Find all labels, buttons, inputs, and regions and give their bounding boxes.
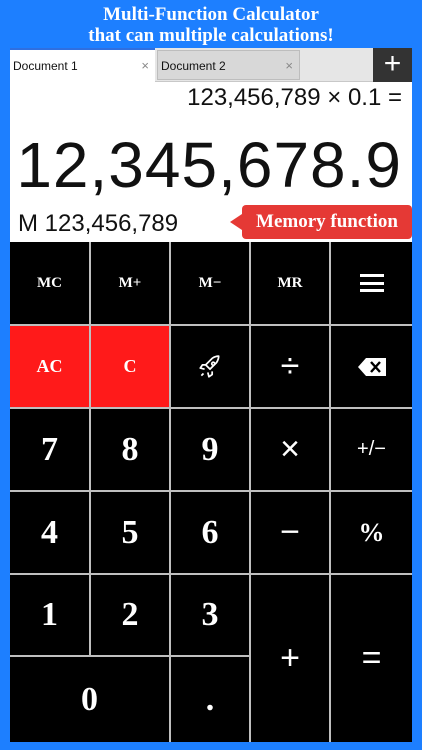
tab-label: Document 2: [161, 59, 226, 73]
tab-label: Document 1: [13, 59, 78, 73]
promo-line-1: Multi-Function Calculator: [103, 4, 319, 25]
add-tab-button[interactable]: +: [373, 48, 412, 82]
digit-6-button[interactable]: 6: [171, 492, 249, 573]
memory-clear-button[interactable]: MC: [10, 242, 89, 324]
multiply-button[interactable]: ×: [251, 409, 329, 490]
result-display: 12,345,678.9: [16, 129, 402, 201]
tab-document-2[interactable]: Document 2 ×: [157, 50, 300, 80]
tab-document-1[interactable]: Document 1 ×: [10, 48, 155, 82]
digit-7-button[interactable]: 7: [10, 409, 89, 490]
plus-button[interactable]: +: [251, 575, 329, 742]
equals-button[interactable]: =: [331, 575, 412, 742]
app-screenshot: Multi-Function Calculator that can multi…: [0, 0, 422, 750]
close-tab-icon[interactable]: ×: [141, 50, 149, 82]
backspace-icon: [357, 357, 386, 376]
digit-1-button[interactable]: 1: [10, 575, 89, 655]
memory-add-button[interactable]: M+: [91, 242, 169, 324]
tab-bar: Document 1 × Document 2 × +: [10, 48, 412, 82]
memory-callout: Memory function: [230, 205, 412, 239]
digit-5-button[interactable]: 5: [91, 492, 169, 573]
digit-3-button[interactable]: 3: [171, 575, 249, 655]
digit-9-button[interactable]: 9: [171, 409, 249, 490]
expression-display: 123,456,789 × 0.1 =: [187, 84, 402, 111]
backspace-button[interactable]: [331, 326, 412, 407]
promo-line-2: that can multiple calculations!: [88, 25, 334, 46]
minus-button[interactable]: −: [251, 492, 329, 573]
decimal-button[interactable]: .: [171, 657, 249, 742]
all-clear-button[interactable]: AC: [10, 326, 89, 407]
digit-0-button[interactable]: 0: [10, 657, 169, 742]
clear-button[interactable]: C: [91, 326, 169, 407]
keypad: MC M+ M− MR AC C ÷ 7 8 9 × +/− 4 5 6 − %…: [10, 242, 412, 742]
percent-button[interactable]: %: [331, 492, 412, 573]
rocket-icon: [199, 354, 220, 378]
close-tab-icon[interactable]: ×: [285, 51, 293, 81]
memory-subtract-button[interactable]: M−: [171, 242, 249, 324]
hamburger-icon: [359, 274, 384, 292]
calculator-window: Document 1 × Document 2 × + 123,456,789 …: [10, 48, 412, 742]
memory-recall-button[interactable]: MR: [251, 242, 329, 324]
promo-heading: Multi-Function Calculator that can multi…: [0, 0, 422, 48]
menu-button[interactable]: [331, 242, 412, 324]
rocket-button[interactable]: [171, 326, 249, 407]
sign-toggle-button[interactable]: +/−: [331, 409, 412, 490]
digit-4-button[interactable]: 4: [10, 492, 89, 573]
divide-button[interactable]: ÷: [251, 326, 329, 407]
digit-8-button[interactable]: 8: [91, 409, 169, 490]
memory-display: M 123,456,789: [18, 210, 179, 237]
digit-2-button[interactable]: 2: [91, 575, 169, 655]
